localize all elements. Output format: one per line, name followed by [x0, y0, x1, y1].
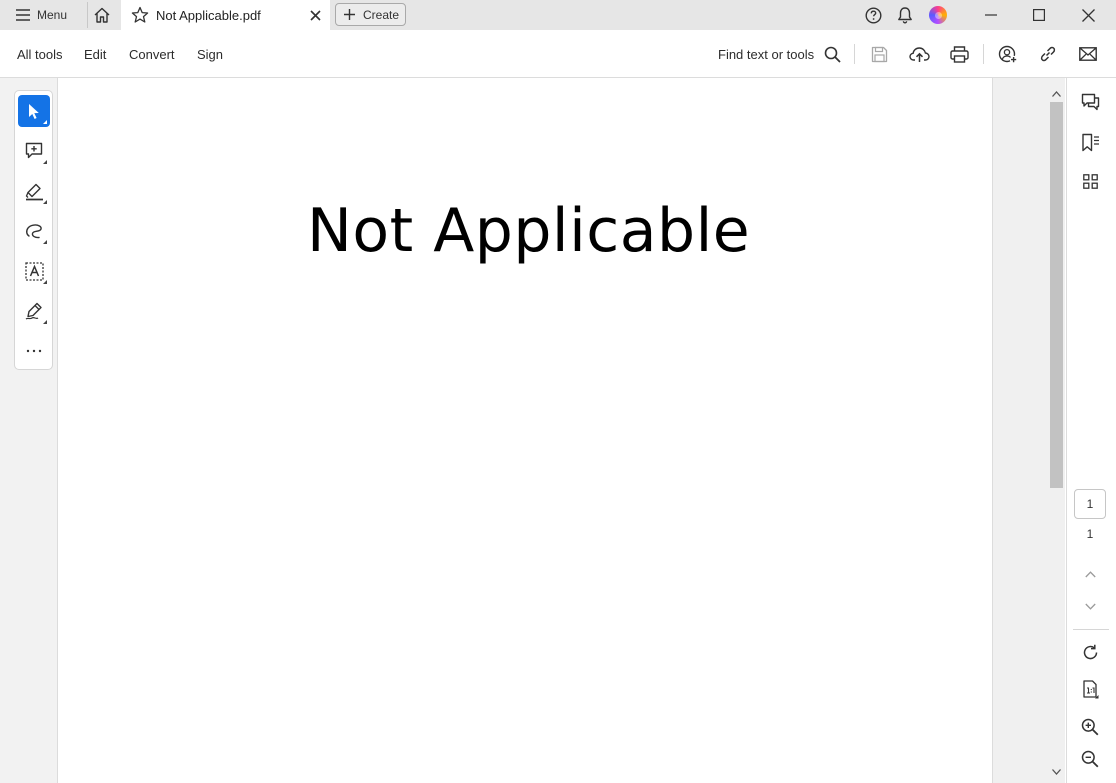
document-body-text: Not Applicable — [307, 196, 751, 266]
total-pages: 1 — [1086, 527, 1094, 541]
select-tool-button[interactable] — [18, 95, 50, 127]
search-icon — [824, 46, 841, 63]
tab-title: Not Applicable.pdf — [156, 7, 261, 23]
share-with-people-icon[interactable] — [996, 42, 1020, 66]
document-page[interactable]: Not Applicable — [58, 78, 992, 783]
star-icon[interactable] — [131, 6, 149, 24]
menu-edit[interactable]: Edit — [84, 30, 106, 78]
add-text-icon — [24, 261, 44, 281]
add-text-tool-button[interactable] — [18, 255, 50, 287]
bookmarks-icon — [1081, 133, 1100, 152]
quick-tools-rail — [14, 90, 53, 370]
chevron-up-icon — [1084, 570, 1096, 578]
more-tools-icon — [26, 349, 42, 353]
zoom-out-icon — [1081, 750, 1099, 768]
menu-all-tools[interactable]: All tools — [17, 30, 63, 78]
find-text-or-tools[interactable]: Find text or tools — [718, 30, 841, 78]
menu-sign[interactable]: Sign — [197, 30, 223, 78]
avatar-icon — [929, 6, 947, 24]
draw-tool-button[interactable] — [18, 215, 50, 247]
title-bar: Menu Not Applicable.pdf Create — [0, 0, 1116, 30]
document-tab[interactable]: Not Applicable.pdf — [121, 0, 330, 30]
comments-panel-button[interactable] — [1076, 88, 1104, 116]
home-icon — [93, 7, 111, 23]
vertical-scrollbar[interactable] — [1048, 78, 1065, 783]
more-tools-button[interactable] — [18, 335, 50, 367]
email-icon[interactable] — [1076, 42, 1100, 66]
tool-options-indicator — [43, 160, 47, 164]
highlight-tool-button[interactable] — [18, 175, 50, 207]
scroll-thumb[interactable] — [1050, 102, 1063, 488]
notification-bell-icon[interactable] — [894, 0, 916, 30]
rotate-view-button[interactable] — [1076, 638, 1104, 666]
maximize-button[interactable] — [1026, 0, 1052, 30]
document-gutter — [992, 78, 1048, 783]
toolbar-divider — [854, 44, 855, 64]
hamburger-icon — [16, 9, 30, 21]
menu-label: Menu — [37, 8, 68, 22]
tool-options-indicator — [43, 200, 47, 204]
fill-sign-icon — [25, 302, 44, 320]
copy-link-icon[interactable] — [1036, 42, 1060, 66]
print-icon[interactable] — [947, 42, 971, 66]
tool-options-indicator — [43, 120, 47, 124]
rail-divider — [1073, 629, 1109, 630]
fill-sign-tool-button[interactable] — [18, 295, 50, 327]
next-page-button[interactable] — [1076, 592, 1104, 620]
bookmarks-panel-button[interactable] — [1076, 128, 1104, 156]
user-avatar[interactable] — [927, 0, 949, 30]
find-label: Find text or tools — [718, 46, 815, 62]
minimize-button[interactable] — [978, 0, 1004, 30]
scroll-up-arrow-icon[interactable] — [1048, 86, 1065, 102]
zoom-in-icon — [1081, 718, 1099, 736]
fit-page-icon — [1082, 679, 1099, 699]
previous-page-button[interactable] — [1076, 560, 1104, 588]
thumbnails-panel-button[interactable] — [1076, 167, 1104, 195]
menu-convert[interactable]: Convert — [129, 30, 175, 78]
highlight-icon — [25, 182, 44, 201]
add-comment-tool-button[interactable] — [18, 135, 50, 167]
tool-options-indicator — [43, 280, 47, 284]
close-tab-icon[interactable] — [306, 6, 324, 24]
main-toolbar: All tools Edit Convert Sign Find text or… — [0, 30, 1116, 78]
upload-cloud-icon[interactable] — [907, 42, 931, 66]
rotate-icon — [1082, 644, 1099, 661]
thumbnails-icon — [1082, 173, 1098, 189]
home-button[interactable] — [87, 2, 115, 28]
right-panel-rail: 1 1 — [1066, 78, 1116, 783]
zoom-in-button[interactable] — [1076, 713, 1104, 741]
chevron-down-icon — [1084, 603, 1096, 610]
fit-page-button[interactable] — [1076, 675, 1104, 703]
add-comment-icon — [25, 142, 43, 160]
plus-icon — [344, 9, 355, 20]
menu-button[interactable]: Menu — [8, 3, 75, 27]
current-page-input[interactable]: 1 — [1074, 489, 1106, 519]
create-label: Create — [363, 7, 400, 22]
acrobat-window: Menu Not Applicable.pdf Create All tools… — [0, 0, 1116, 783]
tool-options-indicator — [43, 240, 47, 244]
tool-options-indicator — [43, 320, 47, 324]
close-window-button[interactable] — [1075, 0, 1101, 30]
select-cursor-icon — [27, 103, 41, 120]
create-button[interactable]: Create — [335, 3, 406, 26]
scroll-down-arrow-icon[interactable] — [1048, 764, 1065, 780]
zoom-out-button[interactable] — [1076, 745, 1104, 773]
toolbar-divider — [983, 44, 984, 64]
comments-icon — [1081, 93, 1100, 112]
left-tools-area — [0, 78, 58, 783]
save-icon[interactable] — [867, 42, 891, 66]
help-icon[interactable] — [862, 0, 884, 30]
draw-freeform-icon — [25, 223, 44, 240]
